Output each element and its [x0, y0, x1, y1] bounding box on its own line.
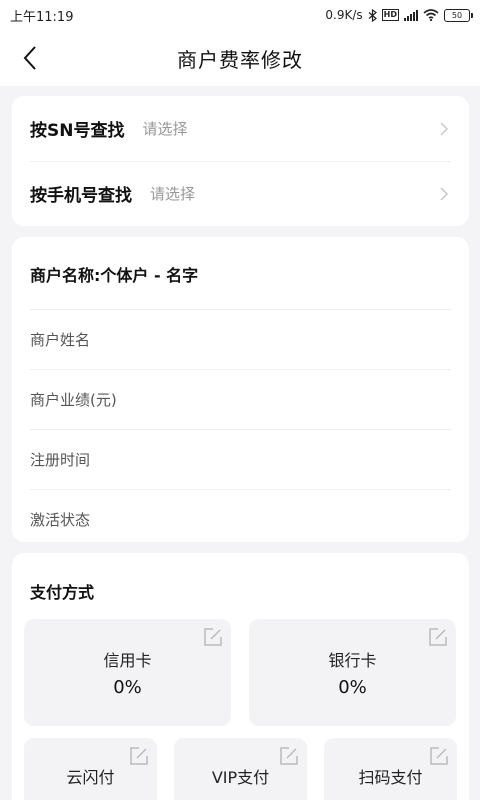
back-button[interactable]	[14, 42, 46, 74]
payment-name: VIP支付	[211, 768, 270, 787]
payment-tile-scan-pay[interactable]: 扫码支付	[324, 738, 457, 800]
payment-rate: 0%	[338, 677, 367, 698]
bluetooth-icon	[368, 8, 377, 22]
merchant-owner-name: 商户姓名	[30, 309, 451, 369]
payment-name: 扫码支付	[358, 768, 423, 787]
chevron-right-icon	[440, 121, 449, 136]
volte-badge: HD	[381, 9, 399, 21]
search-by-sn-row[interactable]: 按SN号查找 请选择	[12, 96, 469, 161]
chevron-right-icon	[440, 186, 449, 201]
battery-icon: 50	[444, 8, 473, 22]
signal-icon	[404, 9, 418, 21]
payment-name: 信用卡	[103, 651, 152, 670]
payment-methods-title: 支付方式	[30, 583, 95, 602]
payment-methods-card: 支付方式 信用卡 0% 银行卡 0% 云闪付 VIP支付 扫码支付	[12, 553, 469, 800]
edit-icon[interactable]	[429, 746, 449, 766]
nav-bar: 商户费率修改	[0, 30, 480, 86]
search-by-phone-label: 按手机号查找	[30, 186, 132, 206]
wifi-icon	[423, 9, 439, 21]
payment-tile-vip-pay[interactable]: VIP支付	[174, 738, 307, 800]
edit-icon[interactable]	[129, 746, 149, 766]
status-bar: 上午11:19 0.9K/s HD 50	[0, 0, 480, 30]
back-arrow-icon	[23, 46, 36, 70]
payment-tile-credit-card[interactable]: 信用卡 0%	[24, 619, 231, 726]
payment-rate: 0%	[113, 677, 142, 698]
search-by-sn-value: 请选择	[142, 120, 188, 138]
page-title: 商户费率修改	[177, 47, 303, 72]
search-by-phone-row[interactable]: 按手机号查找 请选择	[12, 161, 469, 226]
payment-tile-bank-card[interactable]: 银行卡 0%	[249, 619, 456, 726]
merchant-name-title: 商户名称:个体户 - 名字	[30, 266, 199, 285]
payment-name: 银行卡	[328, 651, 377, 670]
merchant-info-card: 商户名称:个体户 - 名字 商户姓名 商户业绩(元) 注册时间 激活状态	[12, 237, 469, 542]
payment-name: 云闪付	[66, 768, 115, 787]
network-speed: 0.9K/s	[325, 8, 363, 22]
status-icons: 0.9K/s HD 50	[325, 8, 473, 22]
register-time: 注册时间	[30, 429, 451, 489]
edit-icon[interactable]	[279, 746, 299, 766]
search-by-phone-value: 请选择	[150, 185, 196, 203]
search-card: 按SN号查找 请选择 按手机号查找 请选择	[12, 96, 469, 226]
activation-status: 激活状态	[30, 489, 451, 549]
edit-icon[interactable]	[428, 627, 448, 647]
merchant-performance: 商户业绩(元)	[30, 369, 451, 429]
search-by-sn-label: 按SN号查找	[30, 121, 125, 141]
battery-level: 50	[451, 10, 463, 20]
edit-icon[interactable]	[203, 627, 223, 647]
status-time: 上午11:19	[10, 9, 74, 25]
payment-tile-unionpay-quickpass[interactable]: 云闪付	[24, 738, 157, 800]
